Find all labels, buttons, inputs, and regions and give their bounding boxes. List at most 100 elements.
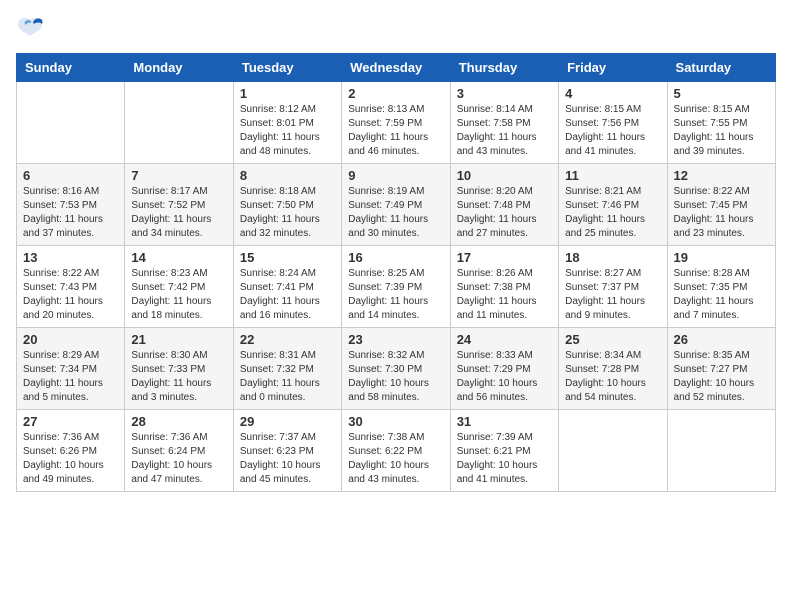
calendar-cell: 29 Sunrise: 7:37 AMSunset: 6:23 PMDayligh… xyxy=(233,410,341,492)
calendar-cell: 30 Sunrise: 7:38 AMSunset: 6:22 PMDayligh… xyxy=(342,410,450,492)
calendar-cell xyxy=(125,82,233,164)
day-info: Sunrise: 8:22 AMSunset: 7:45 PMDaylight:… xyxy=(674,185,769,241)
calendar-cell: 26Sunrise: 8:35 AMSunset: 7:27 PMDayligh… xyxy=(667,328,775,410)
day-info: Sunrise: 7:38 AMSunset: 6:22 PMDaylight:… xyxy=(348,431,443,487)
day-info: Sunrise: 8:20 AMSunset: 7:48 PMDaylight:… xyxy=(457,185,552,241)
day-info: Sunrise: 8:27 AMSunset: 7:37 PMDaylight:… xyxy=(565,267,660,323)
calendar-cell: 15 Sunrise: 8:24 AMSunset: 7:41 PMDayligh… xyxy=(233,246,341,328)
day-number: 11 xyxy=(565,168,660,183)
calendar-cell: 5 Sunrise: 8:15 AMSunset: 7:55 PMDaylight… xyxy=(667,82,775,164)
calendar-cell: 19Sunrise: 8:28 AMSunset: 7:35 PMDayligh… xyxy=(667,246,775,328)
day-info: Sunrise: 8:22 AMSunset: 7:43 PMDaylight:… xyxy=(23,267,118,323)
day-info: Sunrise: 8:14 AMSunset: 7:58 PMDaylight:… xyxy=(457,103,552,159)
calendar-cell: 9 Sunrise: 8:19 AMSunset: 7:49 PMDaylight… xyxy=(342,164,450,246)
day-info: Sunrise: 8:24 AMSunset: 7:41 PMDaylight:… xyxy=(240,267,335,323)
calendar-cell: 18 Sunrise: 8:27 AMSunset: 7:37 PMDayligh… xyxy=(559,246,667,328)
calendar-cell: 25 Sunrise: 8:34 AMSunset: 7:28 PMDayligh… xyxy=(559,328,667,410)
day-number: 14 xyxy=(131,250,226,265)
day-number: 8 xyxy=(240,168,335,183)
day-info: Sunrise: 8:32 AMSunset: 7:30 PMDaylight:… xyxy=(348,349,443,405)
day-number: 17 xyxy=(457,250,552,265)
day-info: Sunrise: 8:19 AMSunset: 7:49 PMDaylight:… xyxy=(348,185,443,241)
calendar-week-row: 13Sunrise: 8:22 AMSunset: 7:43 PMDayligh… xyxy=(17,246,776,328)
calendar-cell: 16 Sunrise: 8:25 AMSunset: 7:39 PMDayligh… xyxy=(342,246,450,328)
calendar-cell: 3Sunrise: 8:14 AMSunset: 7:58 PMDaylight… xyxy=(450,82,558,164)
page-header xyxy=(16,16,776,45)
calendar-cell: 22Sunrise: 8:31 AMSunset: 7:32 PMDayligh… xyxy=(233,328,341,410)
calendar-cell: 20Sunrise: 8:29 AMSunset: 7:34 PMDayligh… xyxy=(17,328,125,410)
calendar-week-row: 6 Sunrise: 8:16 AMSunset: 7:53 PMDaylight… xyxy=(17,164,776,246)
day-info: Sunrise: 8:34 AMSunset: 7:28 PMDaylight:… xyxy=(565,349,660,405)
day-number: 6 xyxy=(23,168,118,183)
day-number: 30 xyxy=(348,414,443,429)
header-friday: Friday xyxy=(559,54,667,82)
calendar-cell: 24 Sunrise: 8:33 AMSunset: 7:29 PMDayligh… xyxy=(450,328,558,410)
calendar-cell: 21Sunrise: 8:30 AMSunset: 7:33 PMDayligh… xyxy=(125,328,233,410)
day-info: Sunrise: 8:23 AMSunset: 7:42 PMDaylight:… xyxy=(131,267,226,323)
day-number: 1 xyxy=(240,86,335,101)
day-info: Sunrise: 7:36 AMSunset: 6:24 PMDaylight:… xyxy=(131,431,226,487)
calendar-cell xyxy=(667,410,775,492)
calendar-cell: 23 Sunrise: 8:32 AMSunset: 7:30 PMDayligh… xyxy=(342,328,450,410)
day-info: Sunrise: 8:21 AMSunset: 7:46 PMDaylight:… xyxy=(565,185,660,241)
day-info: Sunrise: 8:13 AMSunset: 7:59 PMDaylight:… xyxy=(348,103,443,159)
calendar-week-row: 27 Sunrise: 7:36 AMSunset: 6:26 PMDayligh… xyxy=(17,410,776,492)
calendar-cell: 17 Sunrise: 8:26 AMSunset: 7:38 PMDayligh… xyxy=(450,246,558,328)
logo-icon xyxy=(16,16,44,45)
day-number: 25 xyxy=(565,332,660,347)
logo xyxy=(16,16,48,45)
calendar-cell: 31 Sunrise: 7:39 AMSunset: 6:21 PMDayligh… xyxy=(450,410,558,492)
calendar-cell: 1Sunrise: 8:12 AMSunset: 8:01 PMDaylight… xyxy=(233,82,341,164)
day-info: Sunrise: 8:33 AMSunset: 7:29 PMDaylight:… xyxy=(457,349,552,405)
day-number: 9 xyxy=(348,168,443,183)
calendar-cell: 14 Sunrise: 8:23 AMSunset: 7:42 PMDayligh… xyxy=(125,246,233,328)
day-info: Sunrise: 8:35 AMSunset: 7:27 PMDaylight:… xyxy=(674,349,769,405)
day-number: 5 xyxy=(674,86,769,101)
calendar-cell: 13Sunrise: 8:22 AMSunset: 7:43 PMDayligh… xyxy=(17,246,125,328)
calendar-cell: 11 Sunrise: 8:21 AMSunset: 7:46 PMDayligh… xyxy=(559,164,667,246)
day-number: 24 xyxy=(457,332,552,347)
header-saturday: Saturday xyxy=(667,54,775,82)
day-info: Sunrise: 8:28 AMSunset: 7:35 PMDaylight:… xyxy=(674,267,769,323)
calendar-cell xyxy=(559,410,667,492)
day-number: 10 xyxy=(457,168,552,183)
day-number: 16 xyxy=(348,250,443,265)
day-info: Sunrise: 8:17 AMSunset: 7:52 PMDaylight:… xyxy=(131,185,226,241)
day-number: 29 xyxy=(240,414,335,429)
day-info: Sunrise: 8:31 AMSunset: 7:32 PMDaylight:… xyxy=(240,349,335,405)
day-number: 18 xyxy=(565,250,660,265)
calendar-cell: 27 Sunrise: 7:36 AMSunset: 6:26 PMDayligh… xyxy=(17,410,125,492)
calendar-cell: 7 Sunrise: 8:17 AMSunset: 7:52 PMDaylight… xyxy=(125,164,233,246)
header-monday: Monday xyxy=(125,54,233,82)
calendar-week-row: 1Sunrise: 8:12 AMSunset: 8:01 PMDaylight… xyxy=(17,82,776,164)
day-number: 12 xyxy=(674,168,769,183)
day-number: 15 xyxy=(240,250,335,265)
calendar-table: SundayMondayTuesdayWednesdayThursdayFrid… xyxy=(16,53,776,492)
calendar-header-row: SundayMondayTuesdayWednesdayThursdayFrid… xyxy=(17,54,776,82)
header-tuesday: Tuesday xyxy=(233,54,341,82)
calendar-cell: 6 Sunrise: 8:16 AMSunset: 7:53 PMDaylight… xyxy=(17,164,125,246)
day-info: Sunrise: 8:25 AMSunset: 7:39 PMDaylight:… xyxy=(348,267,443,323)
calendar-cell: 10 Sunrise: 8:20 AMSunset: 7:48 PMDayligh… xyxy=(450,164,558,246)
day-number: 28 xyxy=(131,414,226,429)
day-info: Sunrise: 8:15 AMSunset: 7:55 PMDaylight:… xyxy=(674,103,769,159)
calendar-cell: 4 Sunrise: 8:15 AMSunset: 7:56 PMDaylight… xyxy=(559,82,667,164)
day-info: Sunrise: 8:26 AMSunset: 7:38 PMDaylight:… xyxy=(457,267,552,323)
day-number: 20 xyxy=(23,332,118,347)
day-number: 23 xyxy=(348,332,443,347)
day-number: 27 xyxy=(23,414,118,429)
day-info: Sunrise: 7:39 AMSunset: 6:21 PMDaylight:… xyxy=(457,431,552,487)
day-info: Sunrise: 8:15 AMSunset: 7:56 PMDaylight:… xyxy=(565,103,660,159)
day-number: 31 xyxy=(457,414,552,429)
day-info: Sunrise: 7:36 AMSunset: 6:26 PMDaylight:… xyxy=(23,431,118,487)
calendar-week-row: 20Sunrise: 8:29 AMSunset: 7:34 PMDayligh… xyxy=(17,328,776,410)
header-wednesday: Wednesday xyxy=(342,54,450,82)
day-info: Sunrise: 7:37 AMSunset: 6:23 PMDaylight:… xyxy=(240,431,335,487)
calendar-cell xyxy=(17,82,125,164)
day-number: 7 xyxy=(131,168,226,183)
calendar-cell: 28 Sunrise: 7:36 AMSunset: 6:24 PMDayligh… xyxy=(125,410,233,492)
day-number: 4 xyxy=(565,86,660,101)
calendar-cell: 8Sunrise: 8:18 AMSunset: 7:50 PMDaylight… xyxy=(233,164,341,246)
day-info: Sunrise: 8:16 AMSunset: 7:53 PMDaylight:… xyxy=(23,185,118,241)
day-info: Sunrise: 8:30 AMSunset: 7:33 PMDaylight:… xyxy=(131,349,226,405)
